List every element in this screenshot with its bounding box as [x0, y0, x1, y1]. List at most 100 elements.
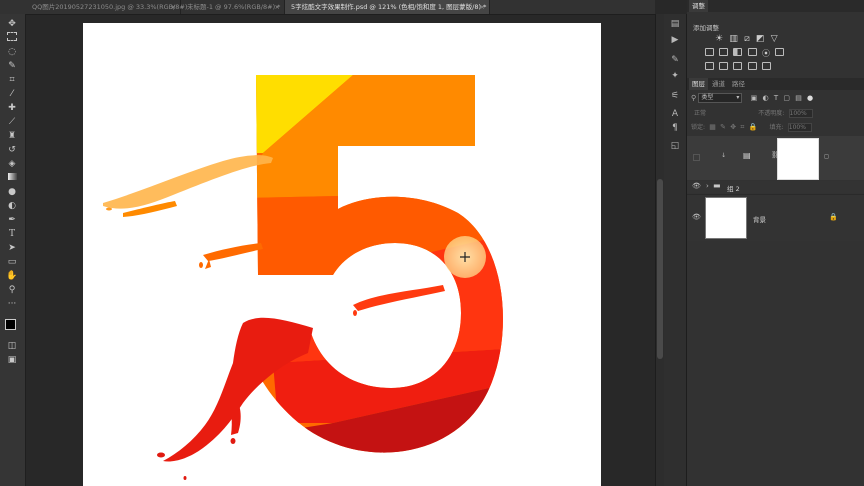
tab-untitled-1[interactable]: 未标题-1 @ 97.6%(RGB/8#) * × — [181, 0, 285, 14]
hand-tool-icon[interactable]: ✋ — [4, 270, 20, 282]
filter-shape-icon[interactable]: ▢ — [783, 94, 790, 102]
tab-paths[interactable]: 路径 — [729, 78, 748, 90]
levels-icon[interactable]: ▥ — [729, 34, 738, 44]
layer-row-adjustment[interactable]: ↓ ▤ ⛓ ◻ — [687, 136, 864, 180]
blend-mode-select[interactable]: 正常 — [691, 108, 734, 117]
history-brush-icon[interactable]: ↺ — [4, 144, 20, 156]
number-five-artwork — [103, 75, 503, 480]
more-tools-icon[interactable]: ··· — [4, 298, 20, 310]
actions-play-icon[interactable]: ▶ — [669, 34, 681, 46]
fill-label: 填充: — [769, 124, 784, 131]
healing-brush-icon[interactable]: ✚ — [4, 102, 20, 114]
crop-tool-icon[interactable]: ⌗ — [4, 74, 20, 86]
dodge-tool-icon[interactable]: ◐ — [4, 200, 20, 212]
hue-saturation-icon[interactable] — [705, 48, 714, 56]
expand-chevron-icon[interactable]: › — [706, 182, 709, 190]
quick-select-tool-icon[interactable]: ✎ — [4, 60, 20, 72]
right-panels: 调整 添加调整 ☀ ▥ ⧄ ◩ ▽ ⦿ 图层 通道 路径 ⚲ 类型 ▾ ▣ ◐ … — [687, 0, 864, 486]
colors-icon[interactable] — [5, 319, 21, 335]
clone-stamp-icon[interactable]: ♜ — [4, 130, 20, 142]
tab-adjustments[interactable]: 调整 — [689, 0, 708, 12]
lasso-tool-icon[interactable]: ◌ — [4, 46, 20, 58]
layer-mask-thumbnail[interactable] — [777, 138, 819, 180]
eye-icon[interactable]: 👁 — [692, 182, 701, 190]
blur-tool-icon[interactable]: ● — [4, 186, 20, 198]
scrollbar-thumb[interactable] — [657, 179, 663, 359]
lock-pixels-icon[interactable]: ▦ — [709, 123, 716, 131]
selective-color-icon[interactable] — [761, 62, 771, 70]
photo-filter-icon[interactable] — [747, 48, 757, 56]
close-icon[interactable]: × — [480, 0, 485, 14]
brightness-icon[interactable]: ☀ — [715, 34, 723, 44]
brush-presets-icon[interactable]: ✦ — [669, 70, 681, 82]
channel-mixer-icon[interactable]: ⦿ — [762, 49, 770, 58]
adjustment-icons-row-1: ☀ ▥ ⧄ ◩ ▽ — [715, 34, 778, 44]
filter-adjustment-icon[interactable]: ◐ — [762, 94, 768, 102]
tab-label: QQ图片20190527231050.jpg @ 33.3%(RGB/8#) — [32, 3, 188, 11]
type-tool-icon[interactable]: T — [4, 228, 20, 240]
black-white-icon[interactable] — [733, 48, 743, 56]
color-lookup-icon[interactable] — [775, 48, 785, 56]
lock-position-icon[interactable]: ✥ — [730, 123, 736, 131]
canvas[interactable] — [83, 23, 601, 486]
tab-channels[interactable]: 通道 — [709, 78, 728, 90]
threshold-icon[interactable] — [733, 62, 743, 70]
lock-artboard-icon[interactable]: ⌗ — [740, 123, 744, 131]
close-icon[interactable]: × — [275, 0, 280, 14]
shape-tool-icon[interactable]: ▭ — [4, 256, 20, 268]
tab-qq-image[interactable]: QQ图片20190527231050.jpg @ 33.3%(RGB/8#) × — [26, 0, 187, 14]
visibility-checkbox[interactable] — [693, 154, 700, 161]
foreground-color-swatch[interactable] — [5, 319, 16, 330]
gradient-tool-icon[interactable] — [4, 172, 20, 184]
marquee-tool-icon[interactable] — [4, 32, 20, 44]
lock-all-icon[interactable]: 🔒 — [749, 123, 758, 131]
gradient-map-icon[interactable] — [747, 62, 757, 70]
lock-fill-row: 锁定: ▦ ✎ ✥ ⌗ 🔒 填充: 100% — [691, 122, 861, 132]
chevron-down-icon: ▾ — [736, 94, 740, 101]
zoom-tool-icon[interactable]: ⚲ — [4, 284, 20, 296]
paint-splash-mid — [199, 243, 263, 269]
color-balance-icon[interactable] — [719, 48, 729, 56]
layers-tab-bar: 图层 通道 路径 — [687, 78, 864, 90]
brush-tool-icon[interactable]: ⟋ — [4, 116, 20, 128]
layer-row-background[interactable]: 👁 背景 🔒 — [687, 194, 864, 241]
exposure-icon[interactable]: ◩ — [756, 34, 765, 44]
posterize-icon[interactable] — [719, 62, 729, 70]
history-panel-icon[interactable]: ▤ — [669, 18, 681, 30]
screen-mode-icon[interactable]: ▣ — [4, 354, 20, 366]
path-select-icon[interactable]: ➤ — [4, 242, 20, 254]
layer-name: 组 2 — [727, 185, 740, 193]
eyedropper-tool-icon[interactable]: ⁄ — [4, 88, 20, 100]
properties-icon[interactable]: ⚟ — [669, 90, 681, 102]
curves-icon[interactable]: ⧄ — [744, 34, 750, 44]
lock-paint-icon[interactable]: ✎ — [720, 123, 726, 131]
invert-icon[interactable] — [705, 62, 714, 70]
filter-toggle-icon[interactable]: ● — [807, 94, 813, 102]
character-icon[interactable]: A — [669, 108, 681, 120]
layer-filter-select[interactable]: 类型 ▾ — [698, 93, 743, 103]
pen-tool-icon[interactable]: ✒ — [4, 214, 20, 226]
styles-icon[interactable]: ◱ — [669, 140, 681, 152]
filter-smart-icon[interactable]: ▤ — [795, 94, 802, 102]
adjustment-thumbnail-icon: ▤ — [743, 151, 751, 160]
eye-icon[interactable]: 👁 — [692, 213, 701, 221]
move-tool-icon[interactable]: ✥ — [4, 18, 20, 30]
tab-layers[interactable]: 图层 — [689, 78, 708, 90]
panel-dock: ▤ ▶ ✎ ✦ ⚟ A ¶ ◱ — [664, 14, 687, 486]
clip-indicator-icon: ◻ — [824, 153, 829, 160]
opacity-input[interactable]: 100% — [788, 109, 813, 118]
chevron-down-icon: ↓ — [721, 152, 727, 159]
eraser-tool-icon[interactable]: ◈ — [4, 158, 20, 170]
layer-row-group[interactable]: 👁 › ▬ 组 2 — [687, 181, 864, 193]
adjustments-tab-bar: 调整 — [687, 0, 864, 12]
vibrance-icon[interactable]: ▽ — [771, 34, 778, 44]
filter-type-icon[interactable]: T — [774, 94, 778, 102]
paragraph-icon[interactable]: ¶ — [669, 122, 681, 134]
brush-settings-icon[interactable]: ✎ — [669, 54, 681, 66]
fill-input[interactable]: 100% — [787, 123, 812, 132]
quick-mask-icon[interactable]: ◫ — [4, 340, 20, 352]
tab-5-text-effect[interactable]: 5字炫酷文字效果制作.psd @ 121% (色相/饱和度 1, 图层蒙版/8)… — [285, 0, 490, 14]
close-icon[interactable]: × — [171, 0, 176, 14]
filter-pixel-icon[interactable]: ▣ — [751, 94, 758, 102]
layer-thumbnail[interactable] — [705, 197, 747, 239]
